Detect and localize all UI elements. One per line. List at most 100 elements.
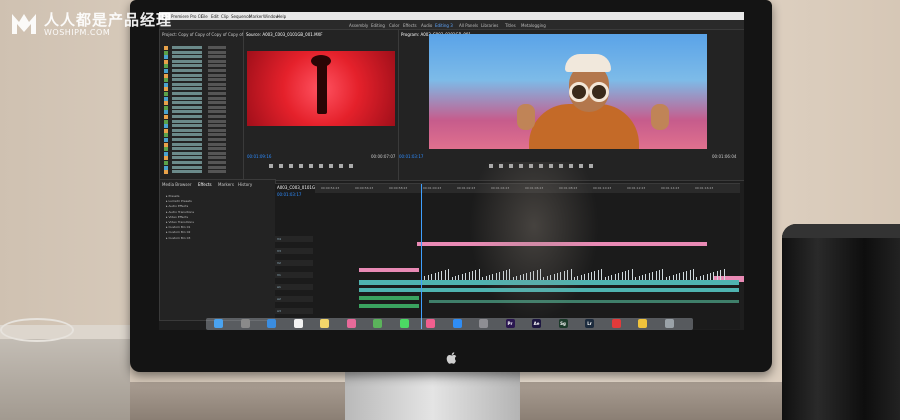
tab-history[interactable]: History bbox=[238, 182, 252, 187]
after-effects-icon[interactable]: Ae bbox=[532, 319, 541, 328]
track-header[interactable]: V4 bbox=[275, 236, 313, 242]
finder-icon[interactable] bbox=[214, 319, 223, 328]
lightroom-icon[interactable]: Lr bbox=[585, 319, 594, 328]
workspace-tab[interactable]: Libraries bbox=[481, 23, 498, 28]
workspace-tab-active[interactable]: Editing 3 bbox=[435, 23, 453, 28]
effects-folder[interactable]: ▸ Lumetri Presets bbox=[166, 199, 192, 203]
project-item[interactable] bbox=[164, 59, 242, 64]
source-tab[interactable]: Source: A003_C003_0101GB_001.MXF bbox=[246, 32, 323, 37]
effects-folder[interactable]: ▸ Video Transitions bbox=[166, 220, 194, 224]
effects-folder[interactable]: ▸ Custom Bin 01 bbox=[166, 225, 190, 229]
transport-button[interactable] bbox=[339, 164, 343, 168]
calendar-icon[interactable] bbox=[293, 319, 303, 328]
project-item[interactable] bbox=[164, 119, 242, 124]
project-item[interactable] bbox=[164, 101, 242, 106]
effects-folder[interactable]: ▸ Video Effects bbox=[166, 215, 188, 219]
project-item[interactable] bbox=[164, 138, 242, 142]
menu-clip[interactable]: Clip bbox=[221, 14, 229, 19]
tab-media-browser[interactable]: Media Browser bbox=[162, 182, 192, 187]
transport-button[interactable] bbox=[319, 164, 323, 168]
premiere-icon[interactable]: Pr bbox=[505, 319, 515, 328]
workspace-tab[interactable]: Audio bbox=[421, 23, 432, 28]
program-timecode[interactable]: 00:01:03:17 bbox=[399, 154, 423, 159]
project-item[interactable] bbox=[164, 73, 242, 78]
tab-markers[interactable]: Markers bbox=[218, 182, 234, 187]
workspace-tab[interactable]: Titles bbox=[505, 23, 516, 28]
notes-icon[interactable] bbox=[320, 319, 329, 328]
project-item[interactable] bbox=[164, 92, 242, 96]
project-item[interactable] bbox=[164, 115, 242, 119]
launchpad-icon[interactable] bbox=[240, 319, 250, 328]
effects-folder[interactable]: ▸ Custom Bin 02 bbox=[166, 230, 190, 234]
effects-folder[interactable]: ▸ Audio Effects bbox=[166, 204, 188, 208]
workspace-tab[interactable]: Color bbox=[389, 23, 399, 28]
transport-button[interactable] bbox=[279, 164, 283, 168]
track-header[interactable]: A1 bbox=[275, 284, 313, 290]
project-item[interactable] bbox=[164, 161, 242, 165]
transport-button[interactable] bbox=[329, 164, 333, 168]
photos-icon[interactable] bbox=[346, 319, 356, 328]
project-item[interactable] bbox=[164, 105, 242, 110]
track-header[interactable]: A2 bbox=[275, 296, 313, 302]
project-item[interactable] bbox=[164, 82, 242, 87]
workspace-tab[interactable]: Assembly bbox=[349, 23, 368, 28]
menu-edit[interactable]: Edit bbox=[211, 14, 219, 19]
transport-button[interactable] bbox=[349, 164, 353, 168]
project-item[interactable] bbox=[164, 128, 242, 133]
timeline-timecode[interactable]: 00:01:03:17 bbox=[277, 192, 301, 197]
project-item[interactable] bbox=[164, 110, 242, 115]
track-header[interactable]: V2 bbox=[275, 260, 313, 266]
timeline-clip[interactable] bbox=[359, 296, 419, 300]
transport-button[interactable] bbox=[269, 164, 273, 168]
project-item[interactable] bbox=[164, 78, 242, 83]
project-item[interactable] bbox=[164, 96, 242, 101]
menu-sequence[interactable]: Sequence bbox=[231, 14, 251, 19]
preferences-icon[interactable] bbox=[479, 319, 488, 328]
project-item[interactable] bbox=[164, 165, 242, 170]
appstore-icon[interactable] bbox=[452, 319, 462, 328]
project-item[interactable] bbox=[164, 64, 242, 69]
maps-icon[interactable] bbox=[373, 319, 382, 328]
messages-icon[interactable] bbox=[399, 319, 409, 328]
track-header[interactable]: V3 bbox=[275, 248, 313, 254]
menu-marker[interactable]: Marker bbox=[249, 14, 263, 19]
project-item[interactable] bbox=[164, 133, 242, 138]
menu-file[interactable]: File bbox=[201, 14, 208, 19]
workspace-tab[interactable]: Editing bbox=[371, 23, 385, 28]
project-item[interactable] bbox=[164, 87, 242, 92]
tab-effects[interactable]: Effects bbox=[198, 182, 212, 187]
effects-folder[interactable]: ▸ Presets bbox=[166, 194, 179, 198]
speedgrade-icon[interactable]: Sg bbox=[558, 319, 568, 328]
menu-help[interactable]: Help bbox=[277, 14, 286, 19]
workspace-tab[interactable]: All Panels bbox=[459, 23, 478, 28]
creative-cloud-icon[interactable] bbox=[611, 319, 621, 328]
project-item[interactable] bbox=[164, 170, 242, 175]
chrome-icon[interactable] bbox=[638, 319, 647, 328]
project-item[interactable] bbox=[164, 147, 242, 152]
project-item[interactable] bbox=[164, 124, 242, 129]
transport-button[interactable] bbox=[289, 164, 293, 168]
safari-icon[interactable] bbox=[267, 319, 276, 328]
timeline-clip[interactable] bbox=[359, 268, 419, 272]
track-header[interactable]: A3 bbox=[275, 308, 313, 314]
source-timecode[interactable]: 00:01:09:16 bbox=[247, 154, 271, 159]
project-item[interactable] bbox=[164, 69, 242, 73]
track-header[interactable]: V1 bbox=[275, 272, 313, 278]
project-item[interactable] bbox=[164, 50, 242, 55]
playhead[interactable] bbox=[421, 184, 422, 329]
transport-button[interactable] bbox=[309, 164, 313, 168]
trash-icon[interactable] bbox=[664, 319, 674, 328]
project-item[interactable] bbox=[164, 55, 242, 60]
workspace-tab[interactable]: Metalogging bbox=[521, 23, 546, 28]
menu-app[interactable]: Premiere Pro CC bbox=[171, 14, 203, 19]
itunes-icon[interactable] bbox=[426, 319, 435, 328]
transport-button[interactable] bbox=[299, 164, 303, 168]
timeline-clip[interactable] bbox=[359, 304, 419, 308]
effects-folder[interactable]: ▸ Custom Bin 03 bbox=[166, 236, 190, 240]
project-item[interactable] bbox=[164, 151, 242, 156]
effects-folder[interactable]: ▸ Audio Transitions bbox=[166, 210, 194, 214]
project-item[interactable] bbox=[164, 142, 242, 147]
project-item[interactable] bbox=[164, 156, 242, 161]
project-item[interactable] bbox=[164, 46, 242, 50]
workspace-tab[interactable]: Effects bbox=[403, 23, 417, 28]
